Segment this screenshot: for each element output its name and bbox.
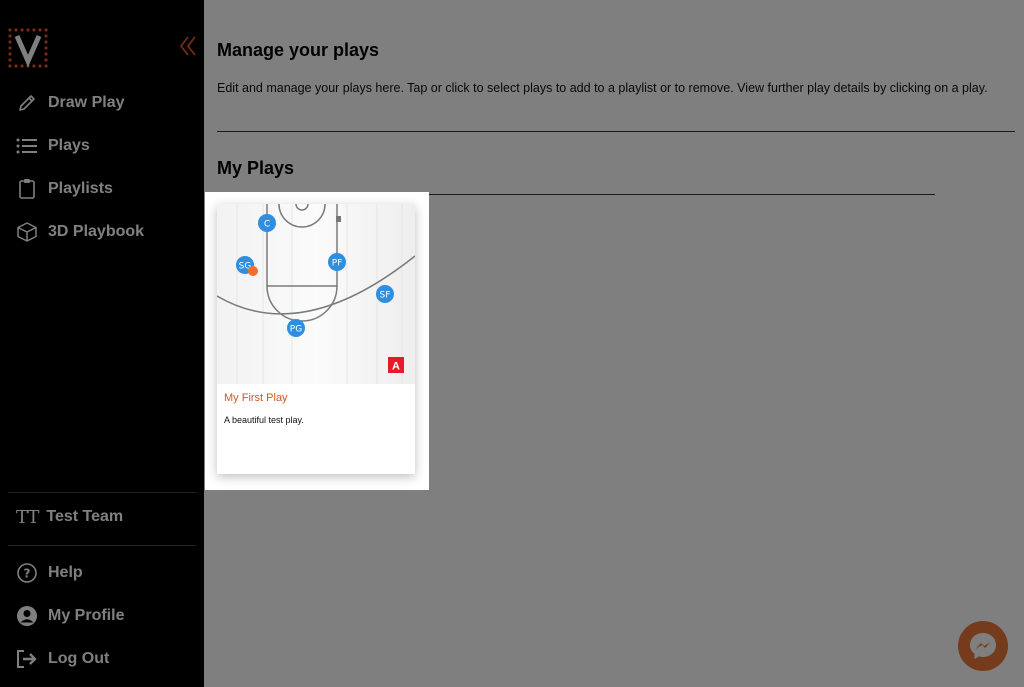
sidebar-item-help[interactable]: ? Help xyxy=(16,559,83,587)
user-circle-icon xyxy=(16,605,38,627)
player-pf: PF xyxy=(332,259,343,269)
v-logo-icon[interactable] xyxy=(6,26,50,70)
sidebar-item-playlists[interactable]: Playlists xyxy=(16,175,113,203)
messenger-icon xyxy=(970,633,996,659)
sidebar-item-label: Draw Play xyxy=(48,94,125,111)
messenger-chat-button[interactable] xyxy=(958,621,1008,671)
team-initials: TT xyxy=(16,506,39,528)
question-circle-icon: ? xyxy=(16,562,38,584)
sidebar-item-draw-play[interactable]: Draw Play xyxy=(16,89,124,117)
cube-icon xyxy=(16,221,38,243)
sidebar-item-label: Plays xyxy=(48,137,90,154)
list-icon xyxy=(16,135,38,157)
sidebar-item-label: My Profile xyxy=(48,607,125,624)
sidebar-divider xyxy=(8,545,196,546)
player-sf: SF xyxy=(380,291,391,301)
page-title: Manage your plays xyxy=(217,40,380,60)
page-description: Edit and manage your plays here. Tap or … xyxy=(217,81,988,95)
divider xyxy=(217,131,1015,132)
play-badge: A xyxy=(392,361,400,373)
clipboard-icon xyxy=(16,178,38,200)
sidebar: Draw Play Plays Playlists 3D Playbook TT… xyxy=(0,0,204,687)
svg-text:?: ? xyxy=(24,567,31,581)
play-description: A beautiful test play. xyxy=(224,415,304,425)
section-title: My Plays xyxy=(217,158,295,178)
sidebar-item-3d-playbook[interactable]: 3D Playbook xyxy=(16,218,144,246)
court-thumbnail: C SG PF SF PG A xyxy=(217,204,415,384)
sidebar-item-log-out[interactable]: Log Out xyxy=(16,645,109,673)
sidebar-item-plays[interactable]: Plays xyxy=(16,132,90,160)
double-chevron-left-icon[interactable] xyxy=(178,34,198,58)
team-name: Test Team xyxy=(46,508,124,525)
sidebar-item-label: Playlists xyxy=(48,180,113,197)
sidebar-item-label: 3D Playbook xyxy=(48,223,145,240)
sidebar-item-label: Help xyxy=(48,564,83,581)
play-title[interactable]: My First Play xyxy=(224,392,288,404)
team-selector[interactable]: TT Test Team xyxy=(16,503,123,531)
sidebar-item-label: Log Out xyxy=(48,650,110,667)
player-c: C xyxy=(264,220,270,230)
pencil-icon xyxy=(16,92,38,114)
sidebar-divider xyxy=(8,492,196,493)
sidebar-item-my-profile[interactable]: My Profile xyxy=(16,602,124,630)
player-pg: PG xyxy=(290,325,302,335)
play-card[interactable]: C SG PF SF PG A My First Play A beautifu… xyxy=(217,204,415,474)
logout-icon xyxy=(16,648,38,670)
